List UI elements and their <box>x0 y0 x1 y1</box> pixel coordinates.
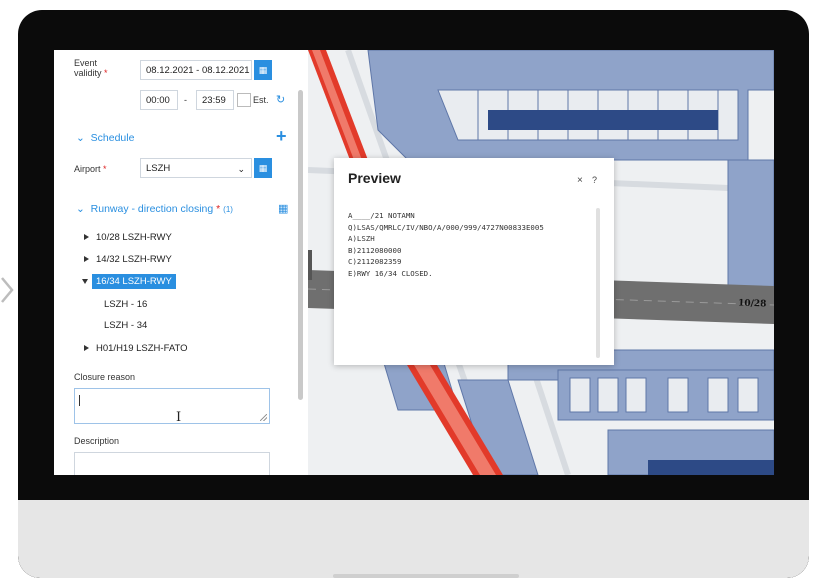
tree-item-14-32[interactable]: 14/32 LSZH-RWY <box>84 254 172 265</box>
airport-select[interactable]: LSZH ⌄ <box>140 158 252 178</box>
chevron-down-icon: ⌄ <box>76 203 85 215</box>
runway-section-toggle[interactable]: ⌄ Runway - direction closing * (1) <box>76 203 233 215</box>
chevron-right-icon[interactable] <box>0 270 18 310</box>
event-validity-label: Event validity * <box>74 58 108 78</box>
caret-right-icon <box>84 234 89 241</box>
close-icon[interactable]: × <box>577 175 583 186</box>
caret-right-icon <box>84 256 89 263</box>
screen: 10/28 Event validity * 08.12.2021 - 08.1… <box>54 50 774 475</box>
schedule-section-toggle[interactable]: ⌄ Schedule <box>76 132 134 144</box>
tree-item-h01-h19[interactable]: H01/H19 LSZH-FATO <box>84 343 188 354</box>
text-cursor-icon: I <box>176 410 182 425</box>
tree-item-16-34-label[interactable]: 16/34 LSZH-RWY <box>92 274 176 289</box>
description-label: Description <box>74 436 120 446</box>
runway-calendar-icon[interactable]: ▦ <box>278 202 288 215</box>
add-schedule-icon[interactable]: + <box>276 126 287 147</box>
time-to-field[interactable]: 23:59 <box>196 90 234 110</box>
date-range-field[interactable]: 08.12.2021 - 08.12.2021 <box>140 60 252 80</box>
airport-picker-icon[interactable]: ▦ <box>254 158 272 178</box>
notam-text: A____/21 NOTAMN Q)LSAS/QMRLC/IV/NBO/A/000… <box>348 211 544 278</box>
preview-title: Preview <box>348 170 401 186</box>
chevron-down-icon: ⌄ <box>76 132 85 144</box>
tree-item-10-28[interactable]: 10/28 LSZH-RWY <box>84 232 172 243</box>
tree-item-lszh-16[interactable]: LSZH - 16 <box>104 299 147 310</box>
caret-right-icon <box>84 345 89 352</box>
refresh-icon[interactable]: ↻ <box>276 93 285 106</box>
calendar-icon[interactable]: ▦ <box>254 60 272 80</box>
closure-reason-textarea[interactable] <box>74 388 270 424</box>
chevron-down-icon: ⌄ <box>237 164 245 174</box>
time-separator: - <box>184 95 187 105</box>
preview-dialog: Preview × ? A____/21 NOTAMN Q)LSAS/QMRLC/… <box>334 158 614 365</box>
caret-down-icon <box>82 278 88 284</box>
est-checkbox[interactable] <box>237 93 251 107</box>
time-from-field[interactable]: 00:00 <box>140 90 178 110</box>
closure-reason-label: Closure reason <box>74 372 136 382</box>
text-caret <box>79 395 80 406</box>
monitor-frame: 10/28 Event validity * 08.12.2021 - 08.1… <box>18 10 809 578</box>
est-label: Est. <box>253 95 269 105</box>
help-icon[interactable]: ? <box>592 175 597 185</box>
resize-handle-icon[interactable] <box>260 414 267 421</box>
description-textarea[interactable] <box>74 452 270 475</box>
tree-item-lszh-34[interactable]: LSZH - 34 <box>104 320 147 331</box>
preview-scrollbar[interactable] <box>596 208 600 358</box>
runway-label-map: 10/28 <box>737 298 767 310</box>
monitor-stand <box>333 574 519 578</box>
airport-label: Airport * <box>74 164 107 174</box>
panel-splitter[interactable] <box>308 250 312 280</box>
panel-scrollbar[interactable] <box>298 90 303 400</box>
monitor-chin <box>18 500 809 578</box>
